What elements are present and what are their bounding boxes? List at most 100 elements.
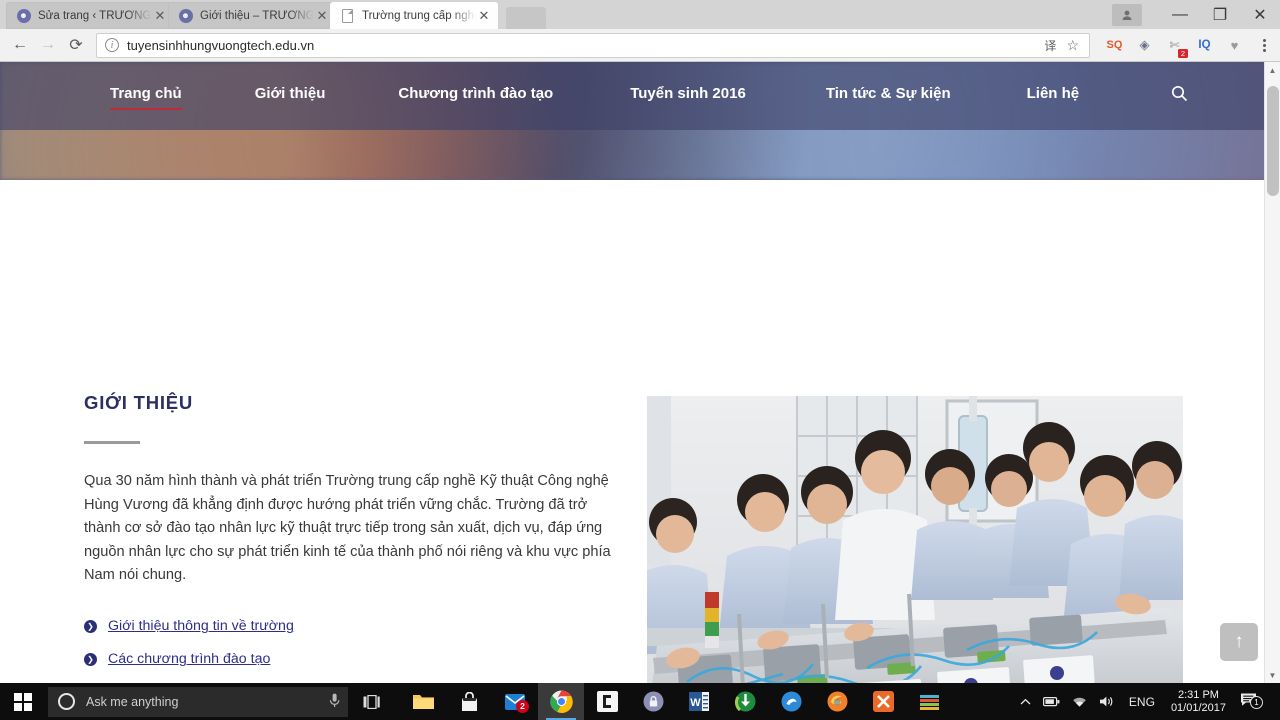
tab-strip: ☻ Sửa trang ‹ TRƯỜNG TR ✕ ☻ Giới thiệu –… bbox=[0, 0, 1280, 29]
browser-tab-2[interactable]: ☻ Giới thiệu – TRƯỜNG TR ✕ bbox=[168, 2, 336, 29]
nav-item-gioi-thieu[interactable]: Giới thiệu bbox=[255, 85, 326, 108]
page-scrollbar[interactable]: ▲ ▼ bbox=[1264, 62, 1280, 683]
search-icon[interactable] bbox=[1171, 85, 1188, 107]
notification-badge: 1 bbox=[1250, 695, 1263, 709]
new-tab-button[interactable] bbox=[506, 7, 546, 29]
scroll-up-arrow-icon[interactable]: ▲ bbox=[1265, 62, 1280, 78]
intro-paragraph: Qua 30 năm hình thành và phát triển Trườ… bbox=[84, 473, 611, 584]
extension-badge: 2 bbox=[1178, 48, 1188, 58]
site-hero-banner: Trang chủ Giới thiệu Chương trình đào tạ… bbox=[0, 62, 1280, 180]
taskbar-firefox-icon[interactable] bbox=[814, 683, 860, 720]
close-button[interactable]: ✕ bbox=[1240, 0, 1280, 29]
microphone-icon[interactable] bbox=[329, 693, 340, 711]
tab-close-icon[interactable]: ✕ bbox=[152, 8, 168, 24]
link-cac-chuong-trinh-dao-tao[interactable]: Các chương trình đào tạo bbox=[108, 651, 270, 667]
browser-tab-1[interactable]: ☻ Sửa trang ‹ TRƯỜNG TR ✕ bbox=[6, 2, 174, 29]
page-content: GIỚI THIỆU Qua 30 năm hình thành và phát… bbox=[0, 180, 1280, 683]
clip-extension-icon[interactable]: ✄ 2 bbox=[1165, 36, 1188, 58]
wifi-icon[interactable] bbox=[1066, 696, 1093, 708]
mail-badge: 2 bbox=[516, 700, 529, 713]
taskbar-file-explorer-icon[interactable] bbox=[400, 683, 446, 720]
cortana-icon bbox=[58, 693, 75, 710]
nav-item-tin-tuc-su-kien[interactable]: Tin tức & Sự kiện bbox=[826, 85, 951, 108]
volume-icon[interactable] bbox=[1093, 695, 1121, 708]
scroll-to-top-button[interactable]: ↑ bbox=[1220, 623, 1258, 661]
browser-toolbar: ← → ⟳ i tuyensinhhungvuongtech.edu.vn 译 … bbox=[0, 29, 1280, 62]
extensions-bar: SQ ◈ ✄ 2 IQ ♥ bbox=[1096, 36, 1274, 58]
nav-item-tuyen-sinh-2016[interactable]: Tuyển sinh 2016 bbox=[630, 85, 746, 108]
start-button[interactable] bbox=[0, 683, 46, 720]
nav-label: Giới thiệu bbox=[254, 84, 326, 102]
clock-time: 2:31 PM bbox=[1177, 688, 1219, 701]
taskbar-store-icon[interactable] bbox=[446, 683, 492, 720]
search-input[interactable]: Ask me anything bbox=[48, 686, 348, 717]
heart-extension-icon[interactable]: ♥ bbox=[1225, 36, 1244, 55]
clock[interactable]: 2:31 PM 01/01/2017 bbox=[1163, 689, 1234, 715]
maximize-button[interactable]: ❐ bbox=[1200, 0, 1240, 29]
page-title: GIỚI THIỆU bbox=[84, 392, 194, 413]
tab-title: Giới thiệu – TRƯỜNG TR bbox=[200, 9, 314, 22]
language-indicator[interactable]: ENG bbox=[1121, 695, 1163, 709]
taskbar-edge-icon[interactable] bbox=[768, 683, 814, 720]
list-item[interactable]: ❯ Các chương trình đào tạo bbox=[84, 643, 624, 676]
page-icon bbox=[340, 8, 355, 23]
taskbar-cubase-icon[interactable] bbox=[584, 683, 630, 720]
nav-label: Tin tức & Sự kiện bbox=[825, 84, 951, 102]
nav-item-trang-chu[interactable]: Trang chủ bbox=[110, 85, 182, 110]
taskbar-mail-icon[interactable]: 2 bbox=[492, 683, 538, 720]
intro-photo bbox=[647, 396, 1183, 683]
clock-date: 01/01/2017 bbox=[1170, 701, 1226, 714]
taskbar-chrome-icon[interactable] bbox=[538, 683, 584, 720]
url-text: tuyensinhhungvuongtech.edu.vn bbox=[127, 37, 315, 53]
browser-window: ☻ Sửa trang ‹ TRƯỜNG TR ✕ ☻ Giới thiệu –… bbox=[0, 0, 1280, 683]
search-placeholder: Ask me anything bbox=[86, 694, 179, 709]
back-button[interactable]: ← bbox=[6, 31, 34, 59]
site-navigation: Trang chủ Giới thiệu Chương trình đào tạ… bbox=[0, 62, 1280, 130]
notifications-icon[interactable]: 1 bbox=[1234, 692, 1268, 712]
bookmark-star-icon[interactable]: ☆ bbox=[1066, 37, 1079, 54]
site-info-icon[interactable]: i bbox=[105, 38, 119, 52]
page-viewport: Trang chủ Giới thiệu Chương trình đào tạ… bbox=[0, 62, 1280, 683]
list-item[interactable]: ❯ Thông tin tuyển sinh bbox=[84, 676, 624, 683]
translate-icon[interactable]: 译 bbox=[1044, 37, 1056, 54]
sq-extension-icon[interactable]: SQ bbox=[1105, 36, 1124, 55]
tab-close-icon[interactable]: ✕ bbox=[314, 8, 330, 24]
chrome-menu-icon[interactable] bbox=[1255, 36, 1274, 55]
taskbar-apps: 2 W bbox=[400, 683, 952, 720]
scroll-down-arrow-icon[interactable]: ▼ bbox=[1265, 667, 1280, 683]
active-underline bbox=[110, 107, 182, 110]
site-favicon-icon: ☻ bbox=[178, 8, 193, 23]
system-tray: ENG 2:31 PM 01/01/2017 1 bbox=[1014, 683, 1280, 720]
chevron-right-icon: ❯ bbox=[84, 619, 97, 633]
forward-button[interactable]: → bbox=[34, 31, 62, 59]
iq-extension-icon[interactable]: IQ bbox=[1195, 36, 1214, 55]
show-hidden-icons-chevron[interactable] bbox=[1014, 698, 1037, 706]
nav-label: Chương trình đào tạo bbox=[398, 84, 554, 102]
battery-icon[interactable] bbox=[1037, 696, 1066, 707]
list-item[interactable]: ❯ Giới thiệu thông tin về trường bbox=[84, 610, 624, 643]
taskbar-winrar-icon[interactable] bbox=[906, 683, 952, 720]
intro-column: GIỚI THIỆU Qua 30 năm hình thành và phát… bbox=[84, 392, 624, 683]
taskbar-word-icon[interactable]: W bbox=[676, 683, 722, 720]
dropbox-extension-icon[interactable]: ◈ bbox=[1135, 36, 1154, 55]
browser-tab-3-active[interactable]: Trường trung cấp nghề k ✕ bbox=[330, 2, 498, 29]
tab-title: Trường trung cấp nghề k bbox=[362, 9, 476, 22]
tab-close-icon[interactable]: ✕ bbox=[476, 8, 492, 24]
profile-avatar-icon[interactable] bbox=[1112, 3, 1142, 26]
title-divider bbox=[84, 441, 140, 444]
task-view-button[interactable] bbox=[348, 683, 394, 720]
chevron-right-icon: ❯ bbox=[84, 652, 97, 666]
address-bar[interactable]: i tuyensinhhungvuongtech.edu.vn 译 ☆ bbox=[96, 32, 1090, 58]
scrollbar-thumb[interactable] bbox=[1267, 86, 1279, 196]
show-desktop-button[interactable] bbox=[1268, 683, 1280, 720]
tab-title: Sửa trang ‹ TRƯỜNG TR bbox=[38, 9, 152, 22]
minimize-button[interactable]: — bbox=[1160, 0, 1200, 29]
window-controls: — ❐ ✕ bbox=[1112, 0, 1280, 29]
nav-item-chuong-trinh-dao-tao[interactable]: Chương trình đào tạo bbox=[398, 85, 553, 108]
taskbar-xampp-icon[interactable] bbox=[860, 683, 906, 720]
link-gioi-thieu-thong-tin[interactable]: Giới thiệu thông tin về trường bbox=[108, 618, 294, 634]
taskbar-idm-icon[interactable] bbox=[722, 683, 768, 720]
nav-item-lien-he[interactable]: Liên hệ bbox=[1027, 85, 1080, 108]
reload-button[interactable]: ⟳ bbox=[62, 31, 90, 59]
taskbar-keepass-lock-icon[interactable] bbox=[630, 683, 676, 720]
